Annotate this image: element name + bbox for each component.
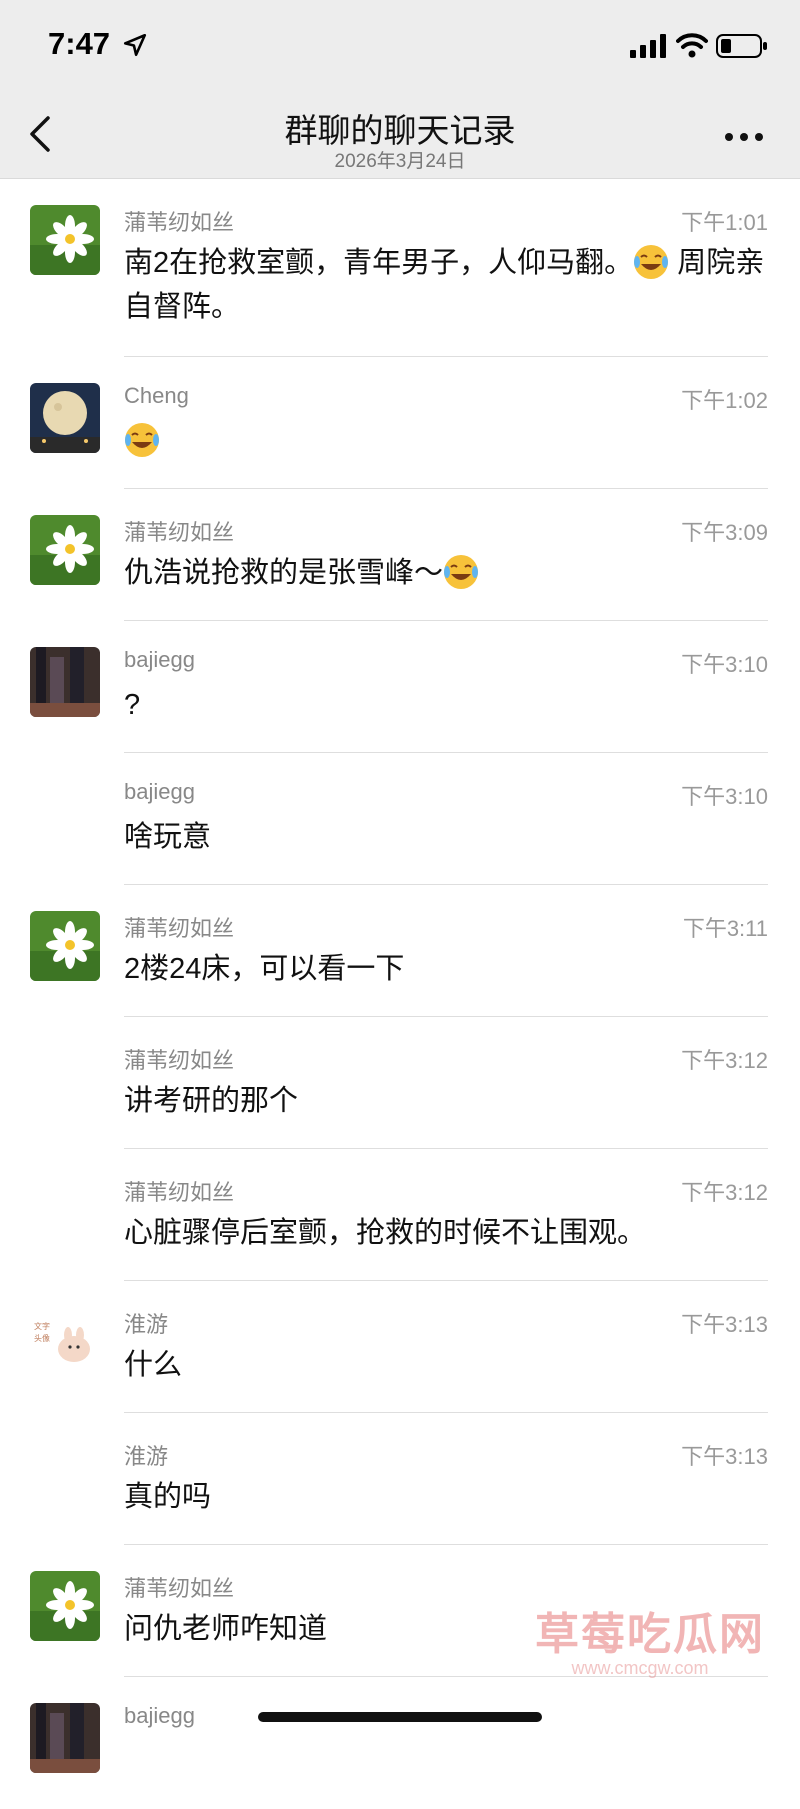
- message-row[interactable]: 蒲苇纫如丝 下午3:11 2楼24床，可以看一下: [0, 885, 800, 1017]
- message-row[interactable]: 蒲苇纫如丝 下午1:01 南2在抢救室颤，青年男子，人仰马翻。 周院亲自督阵。: [0, 179, 800, 357]
- message-text: 心脏骤停后室颤，抢救的时候不让围观。: [124, 1217, 647, 1249]
- sender-name: bajiegg: [124, 779, 195, 804]
- message-row[interactable]: 蒲苇纫如丝 下午3:12 心脏骤停后室颤，抢救的时候不让围观。: [0, 1149, 800, 1281]
- sender-name: bajiegg: [124, 647, 195, 672]
- message-text: 讲考研的那个: [124, 1085, 299, 1117]
- location-arrow-icon: [123, 33, 147, 57]
- message-row[interactable]: 蒲苇纫如丝 下午3:12 讲考研的那个: [0, 1017, 800, 1149]
- more-options-icon[interactable]: [724, 130, 764, 144]
- page-title: 群聊的聊天记录: [284, 112, 516, 149]
- cellular-signal-icon: [630, 34, 666, 58]
- message-row[interactable]: bajiegg 下午3:10 啥玩意: [0, 753, 800, 885]
- message-time: 下午3:12: [681, 1180, 768, 1205]
- watermark-text: 草莓吃瓜网: [535, 1610, 765, 1659]
- message-list: 蒲苇纫如丝 下午1:01 南2在抢救室颤，青年男子，人仰马翻。 周院亲自督阵。 …: [0, 179, 800, 1809]
- message-text: 真的吗: [124, 1481, 212, 1513]
- message-time: 下午3:10: [681, 652, 768, 677]
- nav-bar: 群聊的聊天记录 2026年3月24日: [0, 90, 800, 179]
- daisy-avatar[interactable]: [30, 515, 100, 585]
- message-text: 啥玩意: [124, 821, 212, 853]
- sender-name: Cheng: [124, 383, 189, 408]
- message-text-part: 南2在抢救室颤，青年男子，人仰马翻。: [124, 247, 634, 279]
- daisy-avatar[interactable]: [30, 205, 100, 275]
- sender-name: 蒲苇纫如丝: [124, 1180, 235, 1205]
- message-text: ?: [124, 689, 141, 721]
- wifi-icon: [676, 33, 708, 58]
- laugh-cry-emoji-icon: [124, 422, 160, 458]
- message-text: 南2在抢救室颤，青年男子，人仰马翻。 周院亲自督阵。: [124, 241, 774, 329]
- sender-name: 蒲苇纫如丝: [124, 1576, 235, 1601]
- watermark-url: www.cmcgw.com: [571, 1658, 709, 1678]
- message-text: [124, 419, 774, 463]
- sender-name: 蒲苇纫如丝: [124, 1048, 235, 1073]
- street-avatar[interactable]: [30, 1703, 100, 1773]
- message-row[interactable]: 淮游 下午3:13 什么: [0, 1281, 800, 1413]
- message-time: 下午1:01: [681, 210, 768, 235]
- message-text: 仇浩说抢救的是张雪峰～: [124, 551, 774, 595]
- message-time: 下午3:13: [681, 1444, 768, 1469]
- message-row[interactable]: Cheng 下午1:02: [0, 357, 800, 489]
- message-time: 下午3:13: [681, 1312, 768, 1337]
- sender-name: 蒲苇纫如丝: [124, 520, 235, 545]
- status-time: 7:47: [48, 26, 111, 61]
- sender-name: 淮游: [124, 1444, 169, 1469]
- page-date: 2026年3月24日: [334, 151, 466, 172]
- laugh-cry-emoji-icon: [443, 554, 480, 590]
- street-avatar[interactable]: [30, 647, 100, 717]
- message-time: 下午3:11: [682, 916, 768, 941]
- sender-name: bajiegg: [124, 1703, 195, 1728]
- daisy-avatar[interactable]: [30, 911, 100, 981]
- message-row[interactable]: bajiegg 下午3:10 ?: [0, 621, 800, 753]
- message-text-part: 仇浩说抢救的是张雪峰～: [124, 557, 444, 589]
- sender-name: 蒲苇纫如丝: [124, 210, 235, 235]
- message-time: 下午1:02: [681, 388, 768, 413]
- laugh-cry-emoji-icon: [633, 244, 670, 280]
- status-bar: 7:47: [0, 0, 800, 90]
- message-row[interactable]: 蒲苇纫如丝 下午3:09 仇浩说抢救的是张雪峰～: [0, 489, 800, 621]
- daisy-avatar[interactable]: [30, 1571, 100, 1641]
- sender-name: 蒲苇纫如丝: [124, 916, 235, 941]
- message-time: 下午3:09: [681, 520, 768, 545]
- sender-name: 淮游: [124, 1312, 169, 1337]
- message-time: 下午3:12: [681, 1048, 768, 1073]
- message-text: 什么: [124, 1349, 183, 1381]
- message-text: 2楼24床，可以看一下: [124, 953, 405, 985]
- watermark: 草莓吃瓜网 www.cmcgw.com: [520, 1598, 780, 1698]
- bunny-avatar[interactable]: [30, 1307, 100, 1377]
- message-time: 下午3:10: [681, 784, 768, 809]
- battery-icon: [716, 34, 767, 58]
- home-indicator[interactable]: [258, 1712, 542, 1722]
- message-row[interactable]: 淮游 下午3:13 真的吗: [0, 1413, 800, 1545]
- moon-avatar[interactable]: [30, 383, 100, 453]
